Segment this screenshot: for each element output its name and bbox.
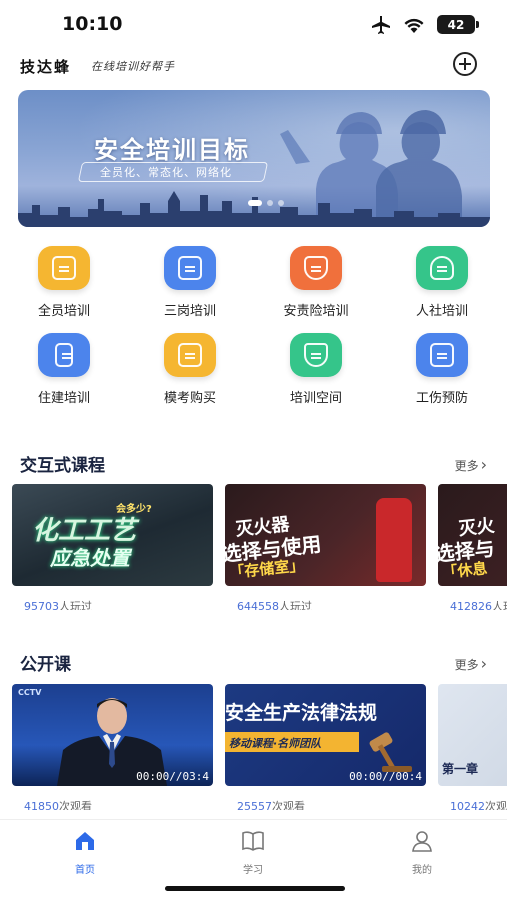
course-thumbnail: 灭火 选择与 「休息: [438, 484, 507, 586]
carousel-dot[interactable]: [267, 200, 273, 206]
tab-label: 学习: [243, 865, 263, 876]
banner-title: 安全培训目标: [94, 136, 250, 164]
video-thumbnail: CCTV 00:00//03:4: [12, 684, 213, 786]
video-card[interactable]: CCTV 00:00//03:4 41850次观看: [12, 684, 213, 810]
carousel-dots: [248, 200, 284, 206]
category-label: 人社培训: [415, 304, 468, 319]
category-injury-prevention[interactable]: 工伤预防: [379, 333, 505, 406]
category-three-post[interactable]: 三岗培训: [127, 246, 253, 319]
building-icon: [38, 333, 90, 377]
book-icon: [242, 831, 264, 851]
more-link[interactable]: 更多: [455, 654, 487, 673]
add-button[interactable]: [453, 52, 477, 76]
play-count: 412826人玩过: [450, 600, 507, 610]
video-duration: 00:00//03:4: [136, 770, 209, 783]
category-all-staff[interactable]: 全员培训: [1, 246, 127, 319]
top-bar: 技达蜂 在线培训好帮手: [0, 52, 507, 80]
insurance-icon: [290, 246, 342, 290]
video-thumbnail: 安全生产法律法规 移动课程·名师团队 00:00//00:4: [225, 684, 426, 786]
course-card[interactable]: 灭火 选择与 「休息 412826人玩过: [438, 484, 507, 610]
profile-icon: [412, 831, 432, 852]
category-training-space[interactable]: 培训空间: [253, 333, 379, 406]
thumb-caption: 应急处置: [50, 546, 130, 570]
tab-study[interactable]: 学习: [213, 830, 293, 876]
category-label: 住建培训: [37, 391, 90, 406]
open-course-section-header: 公开课 更多: [20, 650, 487, 675]
category-label: 模考购买: [163, 391, 216, 406]
category-construction[interactable]: 住建培训: [1, 333, 127, 406]
wifi-icon: [404, 18, 424, 33]
carousel-dot[interactable]: [278, 200, 284, 206]
video-duration: 00:00//00:4: [349, 770, 422, 783]
tab-profile[interactable]: 我的: [382, 830, 462, 876]
more-link[interactable]: 更多: [455, 455, 487, 474]
category-social-security[interactable]: 人社培训: [379, 246, 505, 319]
all-staff-icon: [38, 246, 90, 290]
home-icon: [76, 832, 94, 850]
app-logo: 技达蜂: [20, 58, 72, 76]
course-card[interactable]: 灭火器 选择与使用 「存储室」 644558人玩过: [225, 484, 426, 610]
video-title-overlay: 安全生产法律法规: [225, 702, 378, 724]
tab-label: 首页: [75, 865, 95, 876]
video-card[interactable]: 第一章 10242次观看: [438, 684, 507, 810]
course-thumbnail: 会多少? 化工工艺 应急处置: [12, 484, 213, 586]
open-course-list: CCTV 00:00//03:4 41850次观看 安全生产法律法规 移动课程·…: [12, 684, 507, 810]
view-count: 10242次观看: [450, 800, 507, 810]
view-count: 41850次观看: [24, 800, 92, 810]
category-insurance[interactable]: 安责险培训: [253, 246, 379, 319]
status-time: 10:10: [62, 13, 123, 35]
category-label: 安责险培训: [283, 304, 349, 319]
injury-prevention-icon: [416, 333, 468, 377]
course-card[interactable]: 会多少? 化工工艺 应急处置 95703人玩过: [12, 484, 213, 610]
play-count: 644558人玩过: [237, 600, 312, 610]
video-title-overlay: 第一章: [442, 762, 479, 776]
battery-icon: 42: [437, 15, 479, 34]
app-slogan: 在线培训好帮手: [91, 60, 175, 73]
carousel-dot-active[interactable]: [248, 200, 262, 206]
tab-home[interactable]: 首页: [45, 830, 125, 876]
category-label: 全员培训: [37, 304, 90, 319]
status-icons: 42: [371, 15, 479, 34]
banner-subtitle: 全员化、常态化、网络化: [100, 166, 232, 179]
city-skyline-image: [18, 191, 490, 227]
category-label: 工伤预防: [415, 391, 468, 406]
exam-bag-icon: [164, 333, 216, 377]
category-mock-exam[interactable]: 模考购买: [127, 333, 253, 406]
airplane-icon: [372, 15, 390, 34]
view-count: 25557次观看: [237, 800, 305, 810]
status-bar: 10:10 42: [0, 0, 507, 50]
course-thumbnail: 灭火器 选择与使用 「存储室」: [225, 484, 426, 586]
gavel-icon: [369, 732, 412, 772]
category-label: 三岗培训: [163, 304, 216, 319]
person-icon: [416, 246, 468, 290]
tab-label: 我的: [412, 865, 432, 876]
flask-icon: [290, 333, 342, 377]
play-count: 95703人玩过: [24, 600, 92, 610]
promo-banner[interactable]: 安全培训目标 全员化、常态化、网络化: [18, 90, 490, 227]
category-label: 培训空间: [289, 391, 342, 406]
three-post-icon: [164, 246, 216, 290]
home-indicator[interactable]: [165, 886, 345, 891]
interactive-course-list: 会多少? 化工工艺 应急处置 95703人玩过 灭火器 选择与使用 「存储室」 …: [12, 484, 507, 610]
section-title: 公开课: [20, 655, 71, 675]
interactive-section-header: 交互式课程 更多: [20, 451, 487, 476]
section-title: 交互式课程: [20, 456, 105, 476]
video-thumbnail: 第一章: [438, 684, 507, 786]
video-card[interactable]: 安全生产法律法规 移动课程·名师团队 00:00//00:4 25557次观看: [225, 684, 426, 810]
